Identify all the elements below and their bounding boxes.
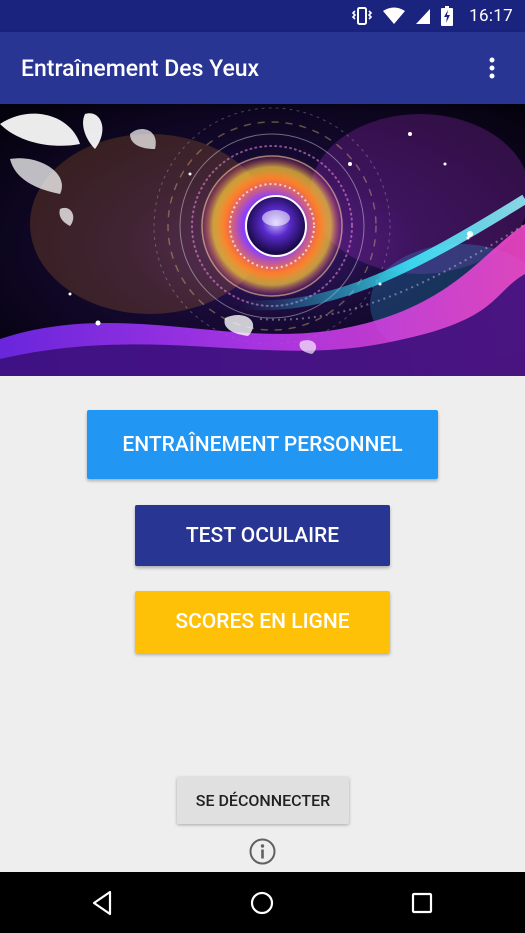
wifi-icon [383, 7, 406, 25]
battery-charging-icon [441, 6, 454, 26]
vibrate-icon [351, 6, 373, 26]
signal-icon [415, 8, 431, 25]
recents-icon[interactable] [382, 872, 462, 933]
app-title: Entraînement Des Yeux [21, 54, 260, 82]
eye-test-button[interactable]: TEST OCULAIRE [135, 505, 390, 566]
personal-training-button[interactable]: ENTRAÎNEMENT PERSONNEL [87, 410, 438, 479]
status-bar: 16:17 [0, 0, 525, 32]
more-vert-icon[interactable] [477, 48, 507, 88]
back-icon[interactable] [62, 872, 142, 933]
logout-button[interactable]: SE DÉCONNECTER [177, 777, 349, 824]
status-time: 16:17 [469, 6, 513, 26]
hero-eye-image [0, 104, 525, 376]
online-scores-button[interactable]: SCORES EN LIGNE [135, 591, 390, 653]
info-icon[interactable] [249, 838, 276, 865]
navigation-bar [0, 872, 525, 933]
home-icon[interactable] [222, 872, 302, 933]
app-bar: Entraînement Des Yeux [0, 32, 525, 104]
